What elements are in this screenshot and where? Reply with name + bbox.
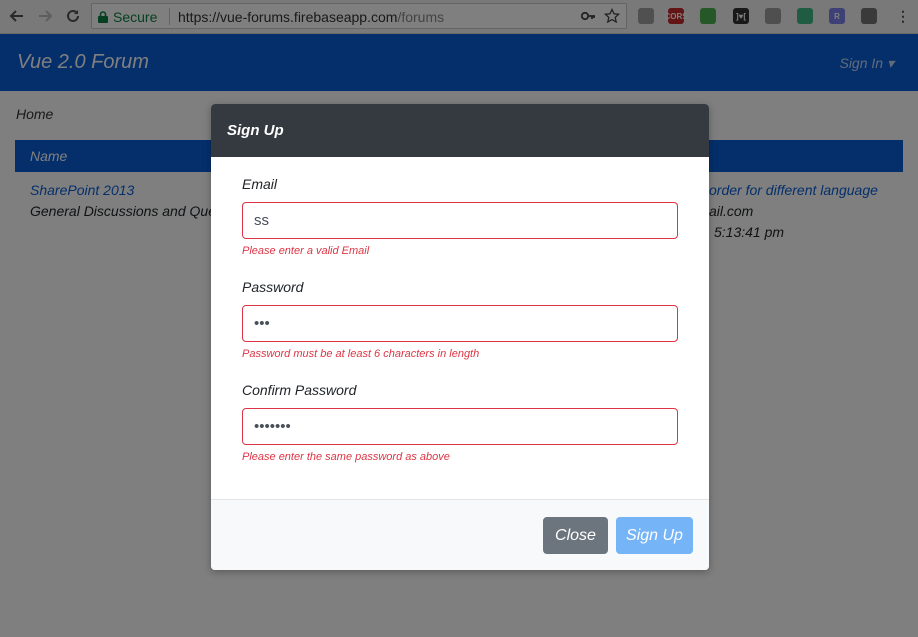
email-field[interactable] — [242, 202, 678, 239]
signup-modal: Sign Up Email Please enter a valid Email… — [211, 104, 709, 570]
close-button[interactable]: Close — [543, 517, 608, 554]
email-error: Please enter a valid Email — [242, 245, 370, 257]
modal-footer: Close Sign Up — [211, 499, 709, 570]
password-error: Password must be at least 6 characters i… — [242, 348, 480, 360]
modal-header: Sign Up — [211, 104, 709, 157]
confirm-password-field[interactable] — [242, 408, 678, 445]
password-label: Password — [242, 279, 304, 295]
confirm-password-error: Please enter the same password as above — [242, 451, 450, 463]
email-label: Email — [242, 176, 278, 192]
password-field[interactable] — [242, 305, 678, 342]
confirm-password-label: Confirm Password — [242, 382, 357, 398]
signup-button[interactable]: Sign Up — [616, 517, 693, 554]
modal-title: Sign Up — [227, 122, 284, 139]
